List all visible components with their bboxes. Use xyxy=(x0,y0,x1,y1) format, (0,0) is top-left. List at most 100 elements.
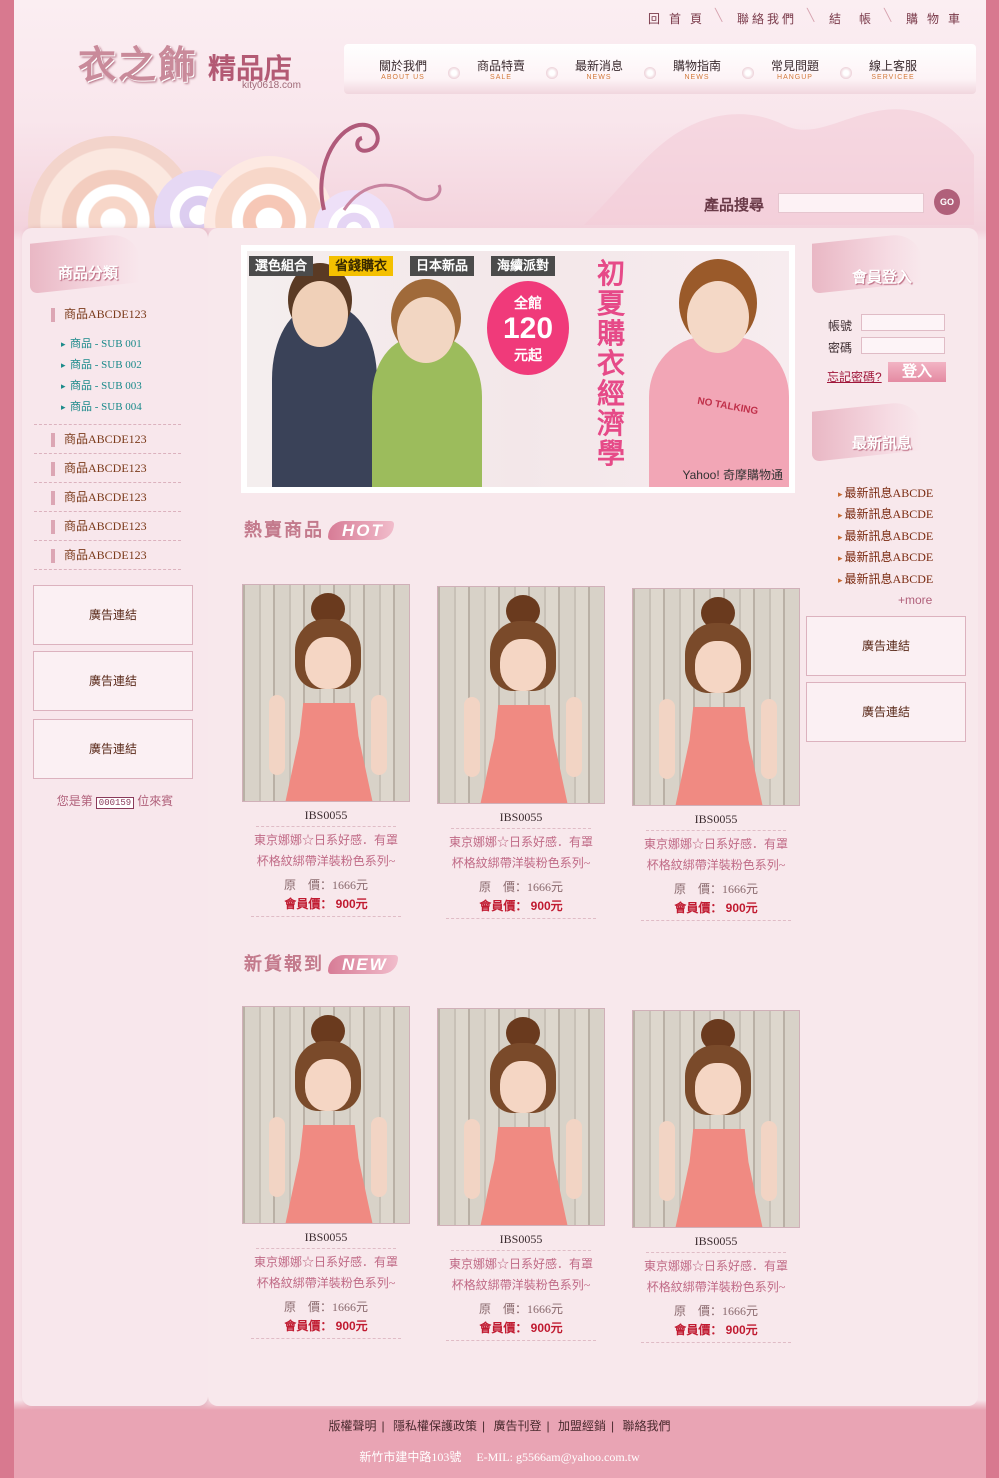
badge-line-3: 元起 xyxy=(514,347,542,363)
product-desc[interactable]: 東京娜娜☆日系好感．有罩 杯格紋綁帶洋裝粉色系列~ xyxy=(436,832,606,874)
forgot-password-link[interactable]: 忘記密碼? xyxy=(827,368,882,385)
ad-link[interactable]: 廣告連結 xyxy=(33,585,193,645)
category-item[interactable]: 商品ABCDE123 xyxy=(34,454,181,483)
nav-label: 關於我們 xyxy=(378,59,427,73)
nav-news[interactable]: 最新消息 NEWS xyxy=(550,57,656,81)
banner-tag[interactable]: 選色組合 xyxy=(249,256,314,276)
category-item[interactable]: 商品ABCDE123 xyxy=(34,483,181,512)
product-photo[interactable] xyxy=(437,1008,605,1226)
product-photo[interactable] xyxy=(437,586,605,804)
product-desc-line: 東京娜娜☆日系好感．有罩 xyxy=(448,835,593,849)
subcategory-item[interactable]: 商品 - SUB 003 xyxy=(34,376,181,397)
product-card[interactable]: IBS0055 東京娜娜☆日系好感．有罩 杯格紋綁帶洋裝粉色系列~ 原 價：166… xyxy=(241,584,411,921)
nav-guide[interactable]: 購物指南 NEWS xyxy=(648,57,754,81)
model-face xyxy=(695,1063,741,1115)
hot-product-grid: IBS0055 東京娜娜☆日系好感．有罩 杯格紋綁帶洋裝粉色系列~ 原 價：166… xyxy=(241,584,801,921)
product-desc[interactable]: 東京娜娜☆日系好感．有罩 杯格紋綁帶洋裝粉色系列~ xyxy=(241,830,411,872)
product-code: IBS0055 xyxy=(646,1234,786,1253)
price-badge: 全館 120 元起 xyxy=(487,281,569,375)
ad-link[interactable]: 廣告連結 xyxy=(806,682,966,742)
footer-link-copyright[interactable]: 版權聲明 xyxy=(324,1419,382,1433)
news-item[interactable]: 最新訊息ABCDE xyxy=(838,527,934,544)
visitor-count: 000159 xyxy=(95,797,135,809)
category-item[interactable]: 商品ABCDE123 xyxy=(34,512,181,541)
subcategory-item[interactable]: 商品 - SUB 002 xyxy=(34,355,181,376)
contact-link[interactable]: 聯絡我們 xyxy=(715,8,813,29)
model-arm xyxy=(371,695,387,775)
nav-service[interactable]: 線上客服 SERVICEE xyxy=(844,57,942,81)
ad-link[interactable]: 廣告連結 xyxy=(33,651,193,711)
logo[interactable]: 衣之飾 精品店 kity0618.com xyxy=(78,34,301,91)
product-desc[interactable]: 東京娜娜☆日系好感．有罩 杯格紋綁帶洋裝粉色系列~ xyxy=(631,834,801,876)
ad-link[interactable]: 廣告連結 xyxy=(806,616,966,676)
subcategory-item[interactable]: 商品 - SUB 004 xyxy=(34,397,181,418)
footer-link-advertise[interactable]: 廣告刊登 xyxy=(488,1419,546,1433)
password-label: 密碼 xyxy=(828,341,853,355)
product-card[interactable]: IBS0055 東京娜娜☆日系好感．有罩 杯格紋綁帶洋裝粉色系列~ 原 價：166… xyxy=(631,1010,801,1343)
nav-label: 購物指南 xyxy=(672,59,721,73)
banner-tag[interactable]: 省錢購衣 xyxy=(329,256,394,276)
account-input[interactable] xyxy=(861,314,945,331)
model-face xyxy=(500,1061,546,1113)
model-face xyxy=(305,1059,351,1111)
model-dress xyxy=(283,1125,375,1223)
product-photo[interactable] xyxy=(632,588,800,806)
login-button[interactable]: 登入 xyxy=(888,362,946,382)
login-title: 會員登入 xyxy=(852,269,913,286)
news-more-link[interactable]: +more xyxy=(898,593,932,607)
subcategory-item[interactable]: 商品 - SUB 001 xyxy=(34,334,181,355)
search-label: 產品搜尋 xyxy=(704,198,765,214)
footer-separator: | xyxy=(546,1419,550,1433)
logo-main: 衣之飾 xyxy=(78,45,199,87)
footer-link-dealers[interactable]: 加盟經銷 xyxy=(553,1419,611,1433)
product-desc[interactable]: 東京娜娜☆日系好感．有罩 杯格紋綁帶洋裝粉色系列~ xyxy=(436,1254,606,1296)
promo-banner[interactable]: NO TALKING 選色組合 省錢購衣 日本新品 海續派對 全館 120 元起… xyxy=(241,245,795,493)
banner-tag[interactable]: 海續派對 xyxy=(491,256,556,276)
product-card[interactable]: IBS0055 東京娜娜☆日系好感．有罩 杯格紋綁帶洋裝粉色系列~ 原 價：166… xyxy=(436,1008,606,1343)
banner-image: NO TALKING 選色組合 省錢購衣 日本新品 海續派對 全館 120 元起… xyxy=(247,251,789,487)
product-card[interactable]: IBS0055 東京娜娜☆日系好感．有罩 杯格紋綁帶洋裝粉色系列~ 原 價：166… xyxy=(436,586,606,921)
logo-url: kity0618.com xyxy=(242,80,301,91)
news-item[interactable]: 最新訊息ABCDE xyxy=(838,548,934,565)
main-nav: 關於我們 ABOUT US 商品特賣 SALE 最新消息 NEWS 購物指南 N… xyxy=(344,44,976,94)
cart-link[interactable]: 購 物 車 xyxy=(884,8,979,29)
header: 衣之飾精品店 kity0618.com 回 首 頁 聯絡我們 結 帳 購 物 車… xyxy=(14,0,986,228)
member-price: 會員價： 900元 xyxy=(446,897,596,919)
product-desc[interactable]: 東京娜娜☆日系好感．有罩 杯格紋綁帶洋裝粉色系列~ xyxy=(631,1256,801,1298)
product-photo[interactable] xyxy=(242,1006,410,1224)
news-item[interactable]: 最新訊息ABCDE xyxy=(838,484,934,501)
nav-about[interactable]: 關於我們 ABOUT US xyxy=(354,57,460,81)
footer-link-contact[interactable]: 聯絡我們 xyxy=(617,1419,675,1433)
model-arm xyxy=(659,1121,675,1201)
page: 衣之飾精品店 kity0618.com 回 首 頁 聯絡我們 結 帳 購 物 車… xyxy=(14,0,986,1478)
news-heading: 最新訊息 xyxy=(802,396,978,462)
member-price: 會員價： 900元 xyxy=(251,1317,401,1339)
nav-sublabel: NEWS xyxy=(684,74,710,81)
news-item[interactable]: 最新訊息ABCDE xyxy=(838,570,934,587)
member-price: 會員價： 900元 xyxy=(446,1319,596,1341)
product-card[interactable]: IBS0055 東京娜娜☆日系好感．有罩 杯格紋綁帶洋裝粉色系列~ 原 價：166… xyxy=(631,588,801,921)
nav-faq[interactable]: 常見問題 HANGUP xyxy=(746,57,852,81)
password-input[interactable] xyxy=(861,337,945,354)
product-photo[interactable] xyxy=(242,584,410,802)
model-arm xyxy=(761,699,777,779)
checkout-link[interactable]: 結 帳 xyxy=(807,8,890,29)
banner-tag[interactable]: 日本新品 xyxy=(410,256,475,276)
home-link[interactable]: 回 首 頁 xyxy=(632,8,721,29)
category-item[interactable]: 商品ABCDE123 xyxy=(34,541,181,570)
footer-separator: | xyxy=(381,1419,385,1433)
search-go-button[interactable]: GO xyxy=(934,189,960,215)
nav-sale[interactable]: 商品特賣 SALE xyxy=(452,57,558,81)
category-item[interactable]: 商品ABCDE123 xyxy=(34,300,181,329)
footer-link-privacy[interactable]: 隱私權保護政策 xyxy=(388,1419,482,1433)
original-price: 原 價：1666元 xyxy=(673,1304,758,1318)
ad-link[interactable]: 廣告連結 xyxy=(33,719,193,779)
category-item[interactable]: 商品ABCDE123 xyxy=(34,425,181,454)
product-photo[interactable] xyxy=(632,1010,800,1228)
product-card[interactable]: IBS0055 東京娜娜☆日系好感．有罩 杯格紋綁帶洋裝粉色系列~ 原 價：166… xyxy=(241,1006,411,1343)
product-code: IBS0055 xyxy=(256,808,396,827)
search-input[interactable] xyxy=(778,193,924,213)
model-arm xyxy=(269,695,285,775)
product-desc[interactable]: 東京娜娜☆日系好感．有罩 杯格紋綁帶洋裝粉色系列~ xyxy=(241,1252,411,1294)
news-item[interactable]: 最新訊息ABCDE xyxy=(838,505,934,522)
